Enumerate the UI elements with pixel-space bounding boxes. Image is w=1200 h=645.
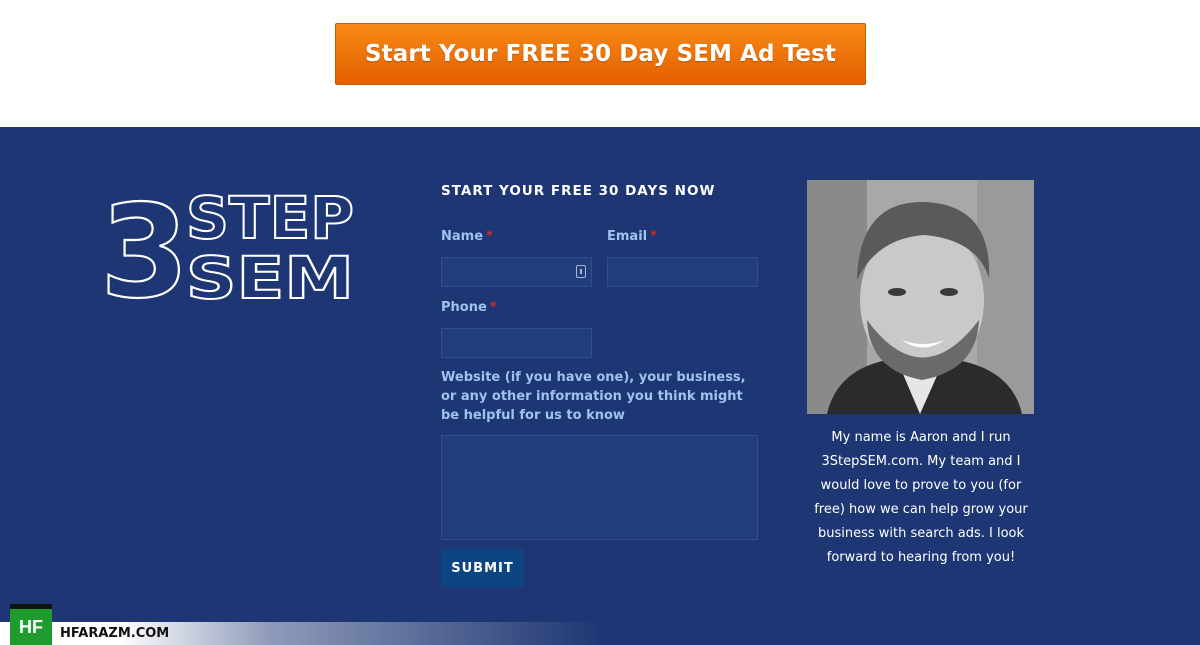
name-label: Name * bbox=[441, 229, 493, 244]
phone-input[interactable] bbox=[441, 328, 592, 358]
email-input[interactable] bbox=[607, 257, 758, 287]
required-mark: * bbox=[650, 229, 657, 244]
required-mark: * bbox=[489, 300, 497, 315]
svg-text:SEM: SEM bbox=[186, 244, 354, 304]
contact-card-icon[interactable] bbox=[576, 265, 586, 278]
phone-label: Phone * bbox=[441, 300, 497, 315]
free-test-cta-button[interactable]: Start Your FREE 30 Day SEM Ad Test bbox=[335, 23, 866, 85]
hf-badge-text: HF bbox=[19, 617, 43, 637]
3stepsem-logo: 3 STEP SEM bbox=[100, 186, 355, 304]
svg-text:STEP: STEP bbox=[186, 186, 354, 252]
top-band: Start Your FREE 30 Day SEM Ad Test bbox=[0, 0, 1200, 127]
profile-photo bbox=[807, 180, 1034, 414]
email-label: Email * bbox=[607, 229, 657, 244]
hf-watermark-logo: HF bbox=[10, 604, 52, 645]
form-title: START YOUR FREE 30 DAYS NOW bbox=[441, 183, 716, 199]
submit-button[interactable]: SUBMIT bbox=[441, 549, 524, 587]
required-mark: * bbox=[486, 229, 493, 244]
message-textarea[interactable] bbox=[441, 435, 758, 540]
svg-text:3: 3 bbox=[100, 186, 189, 304]
name-label-text: Name bbox=[441, 229, 484, 244]
watermark-site: HFARAZM.COM bbox=[60, 626, 170, 641]
message-label: Website (if you have one), your business… bbox=[441, 370, 746, 423]
profile-bio: My name is Aaron and I run 3StepSEM.com.… bbox=[814, 430, 1028, 565]
email-label-text: Email bbox=[607, 229, 648, 244]
phone-label-text: Phone bbox=[441, 300, 487, 315]
name-input[interactable] bbox=[441, 257, 592, 287]
